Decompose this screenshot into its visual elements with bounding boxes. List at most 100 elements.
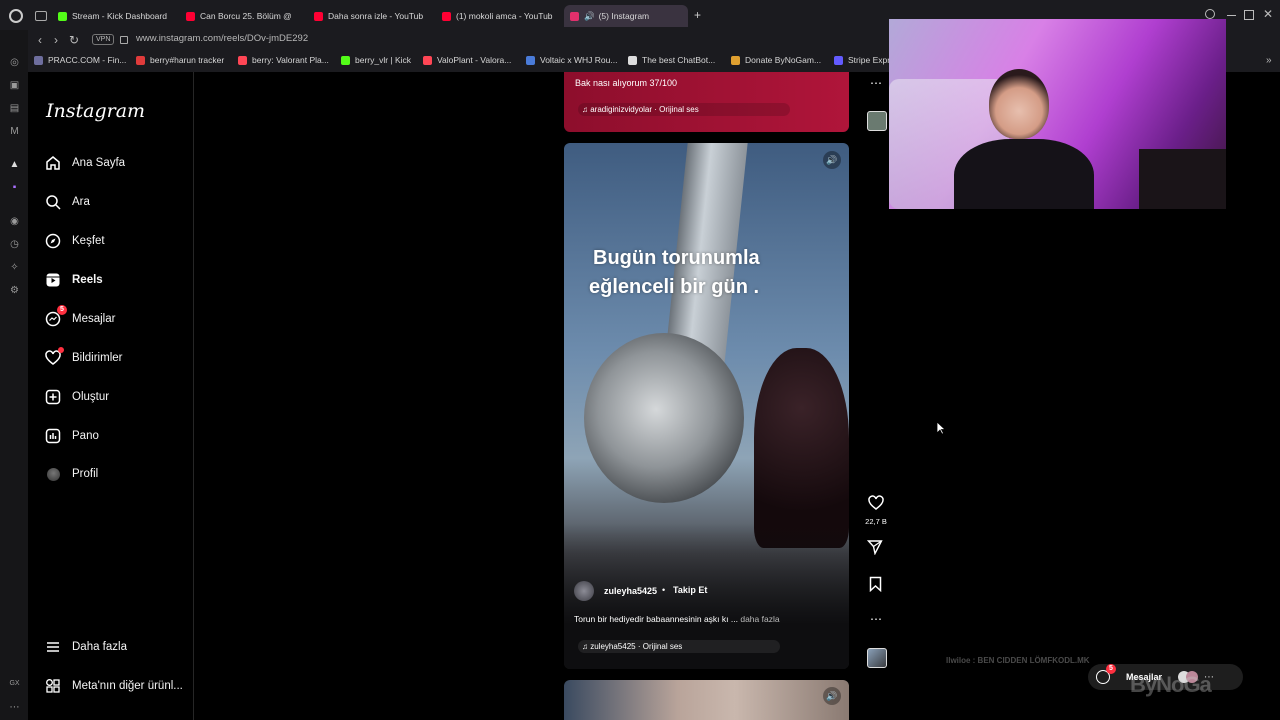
avatar-icon bbox=[44, 465, 62, 483]
nav-label: Bildirimler bbox=[72, 352, 123, 364]
reload-icon[interactable]: ↻ bbox=[66, 32, 82, 48]
mute-toggle-icon[interactable]: 🔊 bbox=[823, 687, 841, 705]
reel-video[interactable]: Bugün torunumla eğlenceli bir gün . 🔊 zu… bbox=[564, 143, 849, 669]
url-field[interactable]: www.instagram.com/reels/DOv-jmDE292 bbox=[136, 33, 308, 44]
previous-reel[interactable]: Bak nası alıyorum 37/100 ♫ aradiginizvid… bbox=[564, 72, 849, 132]
nav-home[interactable]: Ana Sayfa bbox=[44, 152, 125, 174]
opera-logo-icon[interactable] bbox=[9, 9, 23, 23]
search-icon bbox=[44, 193, 62, 211]
bookmark-berry-valorant[interactable]: berry: Valorant Pla... bbox=[238, 55, 329, 65]
history-icon[interactable]: ◷ bbox=[9, 239, 20, 250]
gx-icon[interactable]: GX bbox=[9, 678, 20, 689]
send-icon bbox=[866, 540, 883, 556]
search-tabs-icon[interactable] bbox=[1205, 9, 1215, 19]
bookmark-label: The best ChatBot... bbox=[642, 55, 716, 65]
instagram-icon bbox=[570, 11, 579, 21]
minimize-icon[interactable] bbox=[1227, 15, 1236, 16]
nav-profile[interactable]: Profil bbox=[44, 463, 98, 485]
youtube-icon bbox=[314, 11, 323, 21]
bookmark-icon bbox=[628, 55, 637, 65]
reel-caption-row[interactable]: Torun bir hediyedir babaannesinin aşkı k… bbox=[574, 614, 780, 624]
plus-square-icon bbox=[44, 388, 62, 406]
nav-label: Reels bbox=[72, 274, 103, 286]
tab-youtube-can-borcu[interactable]: Can Borcu 25. Bölüm @ bbox=[186, 5, 298, 27]
tab-kick-dashboard[interactable]: Stream - Kick Dashboard bbox=[58, 5, 178, 27]
back-arrow-icon[interactable]: ‹ bbox=[32, 32, 48, 48]
bookmark-label: Stripe Expr bbox=[848, 55, 891, 65]
twitch-icon[interactable]: ▪ bbox=[9, 182, 20, 193]
tab-title: Stream - Kick Dashboard bbox=[72, 11, 167, 21]
notification-dot bbox=[58, 347, 64, 353]
mail-icon[interactable]: M bbox=[9, 126, 20, 137]
bag-icon[interactable]: ▣ bbox=[9, 80, 20, 91]
mute-toggle-icon[interactable]: 🔊 bbox=[823, 151, 841, 169]
nav-notifications[interactable]: Bildirimler bbox=[44, 347, 122, 369]
settings-icon[interactable]: ⚙ bbox=[9, 285, 20, 296]
like-button[interactable] bbox=[866, 495, 886, 515]
bookmark-pracc[interactable]: PRACC.COM - Fin... bbox=[34, 55, 126, 65]
reel-more-icon[interactable]: ⋯ bbox=[870, 612, 882, 626]
tab-youtube-watch-later[interactable]: Daha sonra izle - YouTub bbox=[314, 5, 426, 27]
audio-label: aradiginizvidyolar · Orijinal ses bbox=[590, 105, 699, 114]
reels-icon bbox=[44, 271, 62, 289]
nav-search[interactable]: Ara bbox=[44, 191, 90, 213]
nav-label: Ara bbox=[72, 196, 90, 208]
author-avatar[interactable] bbox=[574, 581, 594, 601]
watermark-logo: ByNoGa bbox=[1130, 672, 1212, 697]
nav-explore[interactable]: Keşfet bbox=[44, 230, 105, 252]
bookmark-icon bbox=[238, 55, 247, 65]
next-reel[interactable]: 🔊 bbox=[564, 680, 849, 720]
tab-instagram[interactable]: 🔊 (5) Instagram bbox=[564, 5, 688, 27]
share-button[interactable] bbox=[866, 539, 883, 560]
reel-audio[interactable]: ♫ zuleyha5425 · Orijinal ses bbox=[578, 640, 780, 653]
opera-sidebar: ◎ ▣ ▤ M ▲ ▪ ◉ ◷ ✧ ⚙ GX ⋯ bbox=[0, 30, 28, 720]
bookmark-stripe[interactable]: Stripe Expr bbox=[834, 55, 890, 65]
reel-caption: Torun bir hediyedir babaannesinin aşkı k… bbox=[574, 614, 738, 624]
nav-reels[interactable]: Reels bbox=[44, 269, 103, 291]
bookmark-berry-kick[interactable]: berry_vlr | Kick bbox=[341, 55, 411, 65]
bookmark-icon bbox=[731, 55, 740, 65]
forward-arrow-icon[interactable]: › bbox=[48, 32, 64, 48]
kick-sidebar-icon[interactable]: ▲ bbox=[9, 159, 20, 170]
author-username[interactable]: zuleyha5425 bbox=[604, 586, 657, 596]
vpn-badge[interactable]: VPN bbox=[92, 34, 115, 45]
nav-meta-products[interactable]: Meta'nın diğer ürünl... bbox=[44, 675, 183, 697]
bookmark-icon bbox=[136, 55, 145, 65]
bookmarks-overflow-icon[interactable]: » bbox=[1266, 55, 1272, 66]
tab-youtube-mokoli[interactable]: (1) mokoli amca - YouTub bbox=[442, 5, 554, 27]
save-button[interactable] bbox=[869, 576, 882, 597]
bookmark-chatbot[interactable]: The best ChatBot... bbox=[628, 55, 715, 65]
nav-create[interactable]: Oluştur bbox=[44, 386, 109, 408]
more-dots-icon[interactable]: ⋯ bbox=[9, 702, 20, 713]
follow-button[interactable]: Takip Et bbox=[673, 585, 707, 595]
bookmark-icon bbox=[423, 55, 432, 65]
player-icon[interactable]: ◉ bbox=[9, 216, 20, 227]
music-note-icon: ♫ bbox=[582, 105, 591, 114]
nav-dashboard[interactable]: Pano bbox=[44, 425, 99, 447]
nav-label: Ana Sayfa bbox=[72, 157, 126, 169]
nav-messages[interactable]: 5 Mesajlar bbox=[44, 305, 115, 330]
maximize-icon[interactable] bbox=[1244, 10, 1254, 20]
reel-audio-thumb[interactable] bbox=[867, 648, 887, 668]
tab-overview-icon[interactable] bbox=[35, 11, 47, 21]
mouse-cursor-icon bbox=[936, 421, 947, 440]
stream-chat-line: llwiloe : BEN CIDDEN LÖMFKODL.MK bbox=[946, 656, 1090, 665]
aria-icon[interactable]: ◎ bbox=[9, 57, 20, 68]
nav-label: Profil bbox=[72, 468, 99, 480]
new-tab-button[interactable]: + bbox=[694, 8, 701, 22]
bookmark-icon bbox=[834, 55, 843, 65]
extensions-icon[interactable]: ✧ bbox=[9, 262, 20, 273]
bookmark-harun-tracker[interactable]: berry#harun tracker bbox=[136, 55, 224, 65]
prev-reel-more-icon[interactable]: ⋯ bbox=[870, 76, 882, 90]
speaker-icon: 🔊 bbox=[584, 10, 595, 21]
instagram-logo[interactable]: Instagram bbox=[46, 100, 145, 122]
more-link[interactable]: daha fazla bbox=[740, 614, 779, 624]
nav-more[interactable]: Daha fazla bbox=[44, 636, 127, 658]
bookmark-valoplant[interactable]: ValoPlant - Valora... bbox=[423, 55, 511, 65]
reel-audio[interactable]: ♫ aradiginizvidyolar · Orijinal ses bbox=[578, 103, 790, 116]
close-icon[interactable]: ✕ bbox=[1263, 7, 1273, 21]
bookmark-donate[interactable]: Donate ByNoGam... bbox=[731, 55, 821, 65]
prev-reel-audio-thumb[interactable] bbox=[867, 111, 887, 131]
pinboard-icon[interactable]: ▤ bbox=[9, 103, 20, 114]
bookmark-voltaic[interactable]: Voltaic x WHJ Rou... bbox=[526, 55, 617, 65]
